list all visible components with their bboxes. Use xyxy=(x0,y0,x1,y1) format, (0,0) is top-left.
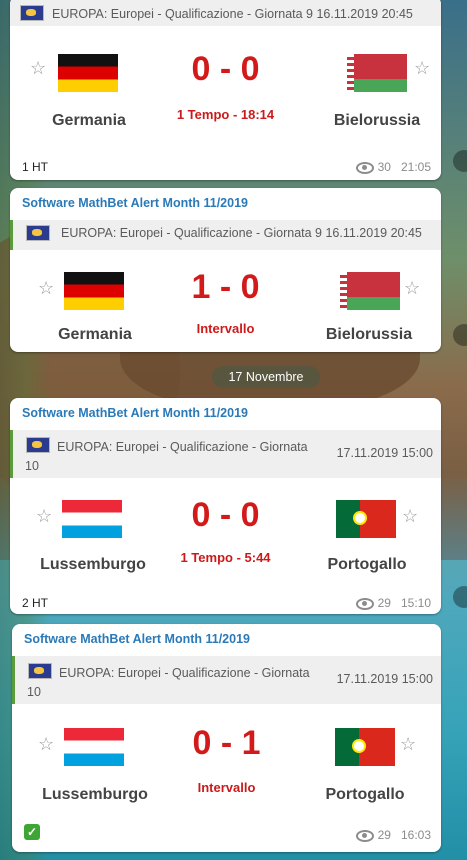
view-count: 29 xyxy=(377,596,391,610)
away-flag xyxy=(336,500,396,538)
away-team: Bielorussia xyxy=(325,326,413,343)
eye-icon xyxy=(355,597,374,610)
footer-note: 1 HT xyxy=(22,160,49,174)
star-icon[interactable]: ☆ xyxy=(402,506,418,527)
sender-name[interactable]: Software MathBet Alert Month 11/2019 xyxy=(10,398,441,424)
message-card[interactable]: Software MathBet Alert Month 11/2019 EUR… xyxy=(12,624,441,852)
match-date: 16.11.2019 20:45 xyxy=(325,226,422,240)
eye-icon xyxy=(355,161,374,174)
sender-name[interactable]: Software MathBet Alert Month 11/2019 xyxy=(12,624,441,650)
away-team: Portogallo xyxy=(327,556,407,573)
view-count: 30 xyxy=(377,160,391,174)
match-row: ☆ 0 - 0 ☆ Germania 1 Tempo - 18:14 Bielo… xyxy=(10,26,441,136)
message-card[interactable]: Software MathBet Alert Month 11/2019 EUR… xyxy=(10,188,441,352)
view-count: 29 xyxy=(377,828,391,842)
europe-flag-icon xyxy=(20,5,44,21)
match-row: ☆ 0 - 1 ☆ Lussemburgo Intervallo Portoga… xyxy=(12,704,441,822)
message-card[interactable]: Software MathBet Alert Month 11/2019 EUR… xyxy=(10,398,441,614)
message-time: 15:10 xyxy=(400,596,431,610)
competition-name: EUROPA: Europei - Qualificazione - Giorn… xyxy=(52,7,313,21)
competition-name: EUROPA: Europei - Qualificazione - Giorn… xyxy=(61,226,322,240)
eye-icon xyxy=(355,829,374,842)
competition-header: EUROPA: Europei - Qualificazione - Giorn… xyxy=(10,430,441,478)
away-team: Bielorussia xyxy=(333,112,421,129)
message-card[interactable]: EUROPA: Europei - Qualificazione - Giorn… xyxy=(10,0,441,180)
message-footer: 1 HT 30 21:05 xyxy=(10,154,441,180)
star-icon[interactable]: ☆ xyxy=(400,734,416,755)
check-mark-icon: ✓ xyxy=(24,824,40,840)
competition-header: EUROPA: Europei - Qualificazione - Giorn… xyxy=(12,656,441,704)
away-flag xyxy=(347,54,407,92)
away-flag xyxy=(335,728,395,766)
competition-header: EUROPA: Europei - Qualificazione - Giorn… xyxy=(10,220,441,250)
competition-name: EUROPA: Europei - Qualificazione - Giorn… xyxy=(25,440,308,473)
competition-name: EUROPA: Europei - Qualificazione - Giorn… xyxy=(27,666,310,699)
date-separator: 17 Novembre xyxy=(212,366,320,388)
europe-flag-icon xyxy=(26,225,50,241)
message-time: 21:05 xyxy=(400,160,431,174)
match-row: ☆ 0 - 0 ☆ Lussemburgo 1 Tempo - 5:44 Por… xyxy=(10,478,441,590)
sender-name[interactable]: Software MathBet Alert Month 11/2019 xyxy=(10,188,441,214)
match-date: 16.11.2019 20:45 xyxy=(316,7,413,21)
message-time: 16:03 xyxy=(400,828,431,842)
match-date: 17.11.2019 15:00 xyxy=(336,446,433,460)
away-team: Portogallo xyxy=(325,786,405,803)
away-flag xyxy=(340,272,400,310)
star-icon[interactable]: ☆ xyxy=(404,278,420,299)
message-footer: ✓ 29 16:03 xyxy=(12,822,441,848)
competition-header: EUROPA: Europei - Qualificazione - Giorn… xyxy=(10,0,441,26)
match-date: 17.11.2019 15:00 xyxy=(336,672,433,686)
star-icon[interactable]: ☆ xyxy=(414,58,430,79)
match-row: ☆ 1 - 0 ☆ Germania Intervallo Bielorussi… xyxy=(10,250,441,352)
message-footer: 2 HT 29 15:10 xyxy=(10,590,441,614)
footer-note: 2 HT xyxy=(22,596,49,610)
